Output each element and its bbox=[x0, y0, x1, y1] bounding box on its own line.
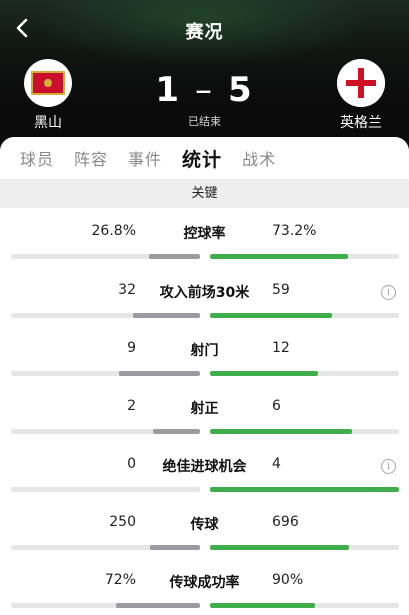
away-stat-value: 12 bbox=[272, 340, 290, 356]
stat-label: 射正 bbox=[190, 401, 219, 417]
section-header-key: 关键 bbox=[0, 179, 409, 208]
stat-row: 72% 传球成功率 90% bbox=[0, 572, 409, 615]
stat-label: 攻入前场30米 bbox=[159, 285, 250, 301]
stat-label: 射门 bbox=[190, 343, 219, 359]
home-stat-bar bbox=[150, 545, 200, 550]
home-stat-bar bbox=[119, 371, 200, 376]
tab-tactics[interactable]: 战术 bbox=[232, 146, 286, 170]
away-stat-bar-track bbox=[210, 254, 399, 259]
home-stat-bar-track bbox=[11, 429, 200, 434]
away-stat-value: 696 bbox=[272, 514, 299, 530]
info-icon[interactable]: i bbox=[381, 285, 396, 300]
tab-lineup[interactable]: 阵容 bbox=[64, 146, 118, 170]
away-stat-bar-track bbox=[210, 545, 399, 550]
stat-row: 32 攻入前场30米 59 i bbox=[0, 282, 409, 340]
stat-row: 0 绝佳进球机会 4 i bbox=[0, 456, 409, 514]
away-stat-value: 73.2% bbox=[272, 223, 317, 239]
page-title: 赛况 bbox=[185, 22, 224, 43]
home-stat-bar bbox=[153, 429, 200, 434]
home-stat-bar bbox=[116, 603, 200, 608]
away-stat-bar bbox=[210, 545, 349, 550]
away-stat-bar bbox=[210, 487, 399, 492]
away-stat-value: 4 bbox=[272, 456, 281, 472]
home-stat-bar bbox=[133, 313, 200, 318]
scoreline: 1–5 bbox=[145, 70, 264, 110]
tab-events[interactable]: 事件 bbox=[118, 146, 172, 170]
score-separator: – bbox=[195, 70, 214, 110]
stat-row: 26.8% 控球率 73.2% bbox=[0, 223, 409, 281]
home-stat-bar-track bbox=[11, 313, 200, 318]
home-score: 1 bbox=[155, 70, 181, 110]
away-stat-value: 90% bbox=[272, 572, 304, 588]
away-stat-bar bbox=[210, 603, 315, 608]
away-stat-bar bbox=[210, 429, 352, 434]
away-team-name: 英格兰 bbox=[340, 115, 382, 131]
home-stat-value: 72% bbox=[104, 572, 136, 588]
home-stat-bar-track bbox=[11, 371, 200, 376]
away-stat-bar-track bbox=[210, 429, 399, 434]
stat-label: 控球率 bbox=[183, 226, 226, 242]
stat-label: 传球成功率 bbox=[169, 575, 240, 591]
stat-row: 250 传球 696 bbox=[0, 514, 409, 572]
away-stat-value: 59 bbox=[272, 282, 290, 298]
info-icon[interactable]: i bbox=[381, 459, 396, 474]
away-stat-bar-track bbox=[210, 487, 399, 492]
tab-bar: 球员 阵容 事件 统计 战术 bbox=[0, 137, 409, 179]
england-flag-icon bbox=[337, 59, 385, 107]
away-stat-bar-track bbox=[210, 313, 399, 318]
away-stat-bar bbox=[210, 313, 332, 318]
montenegro-flag-icon bbox=[24, 59, 72, 107]
home-stat-bar-track bbox=[11, 487, 200, 492]
away-stat-value: 6 bbox=[272, 398, 281, 414]
stat-label: 传球 bbox=[190, 517, 219, 533]
tab-statistics[interactable]: 统计 bbox=[172, 145, 232, 172]
away-stat-bar bbox=[210, 254, 348, 259]
away-score: 5 bbox=[228, 70, 254, 110]
home-stat-value: 26.8% bbox=[91, 223, 136, 239]
home-stat-bar-track bbox=[11, 603, 200, 608]
away-stat-bar-track bbox=[210, 603, 399, 608]
match-header: 赛况 黑山 1–5 已结束 英格兰 bbox=[0, 0, 409, 150]
home-stat-bar bbox=[149, 254, 200, 259]
stat-row: 9 射门 12 bbox=[0, 340, 409, 398]
away-stat-bar bbox=[210, 371, 318, 376]
home-stat-bar-track bbox=[11, 254, 200, 259]
away-stat-bar-track bbox=[210, 371, 399, 376]
stat-row: 2 射正 6 bbox=[0, 398, 409, 456]
home-stat-bar-track bbox=[11, 545, 200, 550]
stat-label: 绝佳进球机会 bbox=[162, 459, 247, 475]
home-stat-value: 250 bbox=[109, 514, 136, 530]
tab-players[interactable]: 球员 bbox=[10, 146, 64, 170]
away-team[interactable]: 英格兰 bbox=[331, 59, 391, 132]
